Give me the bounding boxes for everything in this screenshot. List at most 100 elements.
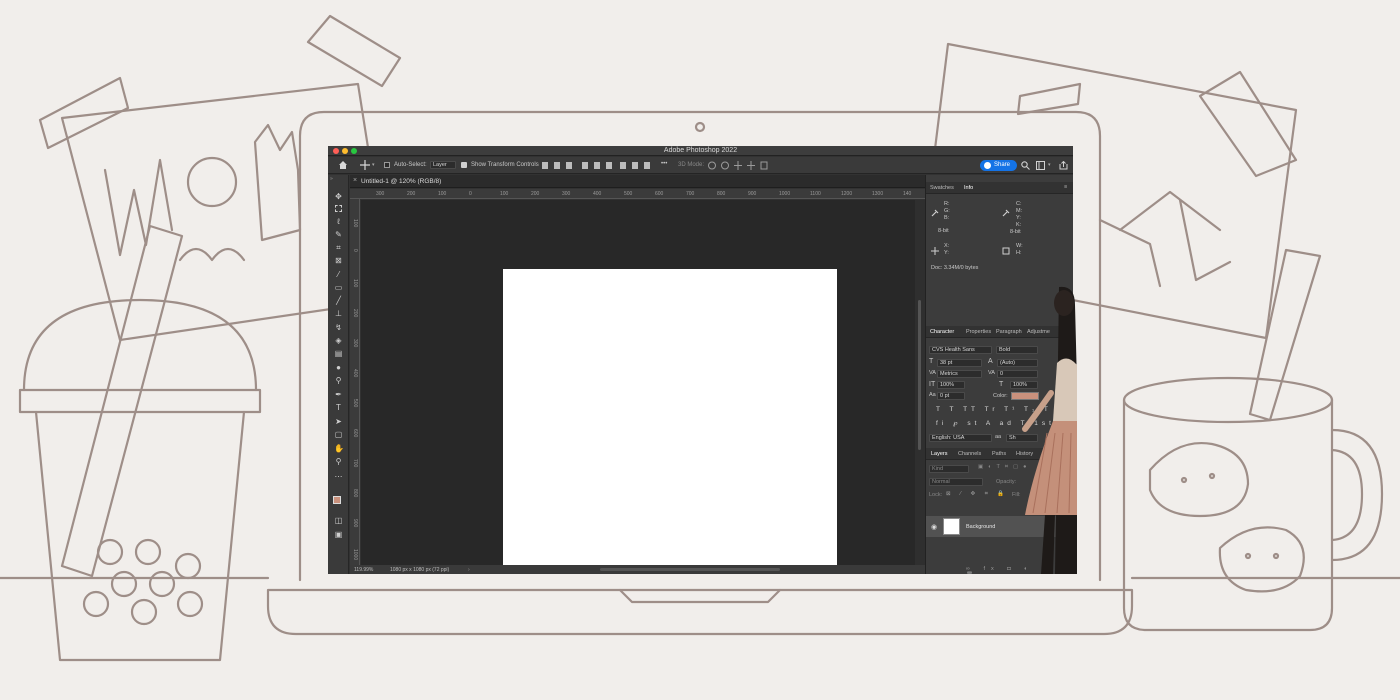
status-chevron-icon[interactable]: › <box>468 567 470 573</box>
move-tool-icon[interactable]: ✥ <box>334 192 343 201</box>
tab-layers[interactable]: Layers <box>931 451 948 457</box>
ruler-tick-label: 100 <box>500 191 509 197</box>
ruler-tick-label: 900 <box>748 191 757 197</box>
vertical-scale-field[interactable]: 100% <box>937 381 965 389</box>
auto-select-checkbox[interactable] <box>384 162 390 168</box>
type-tool-icon[interactable]: T <box>334 403 343 412</box>
info-k-label: K: <box>1016 222 1022 228</box>
ruler-tick-label: 800 <box>717 191 726 197</box>
foreground-color-swatch[interactable] <box>333 496 341 504</box>
brush-tool-icon[interactable]: ╱ <box>334 296 343 305</box>
person-illustration <box>1022 286 1077 574</box>
chevron-down-icon[interactable]: ▾ <box>372 162 375 168</box>
tab-paths[interactable]: Paths <box>992 451 1006 457</box>
vertical-ruler[interactable]: 100 0 100 200 300 400 500 600 700 800 900 1000 <box>350 199 360 565</box>
info-bit-left: 8-bit <box>938 228 949 234</box>
zoom-level[interactable]: 119.99% <box>354 567 373 573</box>
ruler-tick-label: 400 <box>352 369 358 378</box>
workspace-icon[interactable] <box>1036 161 1045 170</box>
font-family-dropdown[interactable]: CVS Health Sans <box>929 346 992 354</box>
kerning-dropdown[interactable]: Metrics <box>937 370 982 378</box>
visibility-eye-icon[interactable]: ◉ <box>931 523 937 531</box>
dodge-tool-icon[interactable]: ⚲ <box>334 376 343 385</box>
bubble-tea-cup-drawing <box>18 224 262 662</box>
eyedropper-icon <box>931 209 939 217</box>
blur-tool-icon[interactable]: ● <box>334 363 343 372</box>
rectangle-tool-icon[interactable]: ▢ <box>334 430 343 439</box>
pen-tool-icon[interactable]: ✒ <box>334 390 343 399</box>
align-distribute-icons[interactable] <box>542 161 652 170</box>
show-transform-checkbox[interactable] <box>461 162 467 168</box>
lock-icons[interactable]: ⊠ ⁄ ✥ ⌗ 🔒 <box>946 491 1008 498</box>
history-brush-tool-icon[interactable]: ↯ <box>334 323 343 332</box>
move-tool-icon[interactable] <box>360 160 370 170</box>
lasso-tool-icon[interactable]: ℓ <box>334 217 343 226</box>
info-w-label: W: <box>1016 243 1023 249</box>
close-document-icon[interactable]: × <box>353 177 357 184</box>
show-transform-label: Show Transform Controls <box>471 162 539 168</box>
workspace-chevron-down-icon[interactable]: ▾ <box>1048 162 1051 168</box>
ruler-tick-label: 700 <box>686 191 695 197</box>
tab-properties[interactable]: Properties <box>966 329 991 335</box>
eyedropper-tool-icon[interactable]: ⁄ <box>334 270 343 279</box>
horizontal-scrollbar[interactable] <box>600 568 780 571</box>
options-bar: ▾ Auto-Select: Layer Show Transform Cont… <box>328 157 1073 174</box>
share-button[interactable]: Share <box>980 160 1017 171</box>
marquee-tool-icon[interactable] <box>335 205 342 212</box>
path-select-tool-icon[interactable]: ➤ <box>334 417 343 426</box>
zoom-tool-icon[interactable]: ⚲ <box>334 457 343 466</box>
ruler-tick-label: 1200 <box>841 191 853 197</box>
ruler-tick-label: 100 <box>352 279 358 288</box>
ruler-tick-label: 600 <box>352 429 358 438</box>
more-options-button[interactable]: ••• <box>661 161 667 167</box>
status-bar: 119.99% 1080 px x 1080 px (72 ppi) › <box>350 565 925 574</box>
layer-filter-kind[interactable]: Kind <box>929 465 969 473</box>
selection-size-icon <box>1002 247 1010 255</box>
baseline-shift-icon: Aa <box>929 392 936 398</box>
baseline-shift-field[interactable]: 0 pt <box>937 392 965 400</box>
scene: Adobe Photoshop 2022 ▾ Auto-Select: Laye… <box>0 0 1400 700</box>
auto-select-dropdown[interactable]: Layer <box>430 161 456 169</box>
toolbar-collapse-icon[interactable]: » <box>330 176 333 182</box>
crop-tool-icon[interactable]: ⌗ <box>334 243 343 252</box>
edit-toolbar-icon[interactable]: ⋯ <box>334 472 343 481</box>
font-size-icon: T <box>929 358 934 365</box>
document-size: 1080 px x 1080 px (72 ppi) <box>390 567 450 573</box>
tab-swatches[interactable]: Swatches <box>930 185 954 191</box>
panel-menu-icon[interactable]: ≡ <box>1064 184 1067 190</box>
eyedropper-cmyk-icon <box>1002 209 1010 217</box>
document-tab[interactable]: × Untitled-1 @ 120% (RGB/8) <box>350 175 925 188</box>
document-canvas[interactable] <box>503 269 837 574</box>
frame-tool-icon[interactable]: ⊠ <box>334 256 343 265</box>
info-bit-right: 8-bit <box>1010 229 1021 235</box>
hand-tool-icon[interactable]: ✋ <box>334 444 344 453</box>
kerning-icon: VA <box>929 370 936 376</box>
home-icon[interactable] <box>338 160 348 170</box>
font-size-field[interactable]: 38 pt <box>937 359 982 367</box>
gradient-tool-icon[interactable]: ▤ <box>334 349 343 358</box>
ruler-tick-label: 500 <box>624 191 633 197</box>
document-tab-title: Untitled-1 @ 120% (RGB/8) <box>361 178 442 185</box>
search-icon[interactable] <box>1021 161 1030 170</box>
pasteboard[interactable] <box>361 200 915 574</box>
language-dropdown[interactable]: English: USA <box>929 434 992 442</box>
3d-mode-icons[interactable] <box>708 161 768 170</box>
screen-mode-icon[interactable]: ▣ <box>334 530 343 539</box>
blend-mode-dropdown[interactable]: Normal <box>929 478 983 486</box>
tab-info[interactable]: Info <box>964 185 973 191</box>
eraser-tool-icon[interactable]: ◈ <box>334 336 343 345</box>
window-title: Adobe Photoshop 2022 <box>663 147 738 154</box>
clone-stamp-tool-icon[interactable]: ⊥ <box>334 309 343 318</box>
scrollbar-thumb[interactable] <box>918 300 921 450</box>
quick-mask-icon[interactable]: ◫ <box>334 516 343 525</box>
horizontal-ruler[interactable]: 300 200 100 0 100 200 300 400 500 600 700 800 900 100… <box>350 189 925 199</box>
share-export-icon[interactable] <box>1059 161 1068 170</box>
tab-channels[interactable]: Channels <box>958 451 981 457</box>
layer-thumbnail <box>943 518 960 535</box>
ruler-tick-label: 140 <box>903 191 912 197</box>
healing-brush-tool-icon[interactable]: ▭ <box>334 283 343 292</box>
quick-select-tool-icon[interactable]: ✎ <box>334 230 343 239</box>
tab-character[interactable]: Character <box>930 329 954 335</box>
vertical-scrollbar[interactable] <box>915 200 925 565</box>
ruler-tick-label: 500 <box>352 399 358 408</box>
